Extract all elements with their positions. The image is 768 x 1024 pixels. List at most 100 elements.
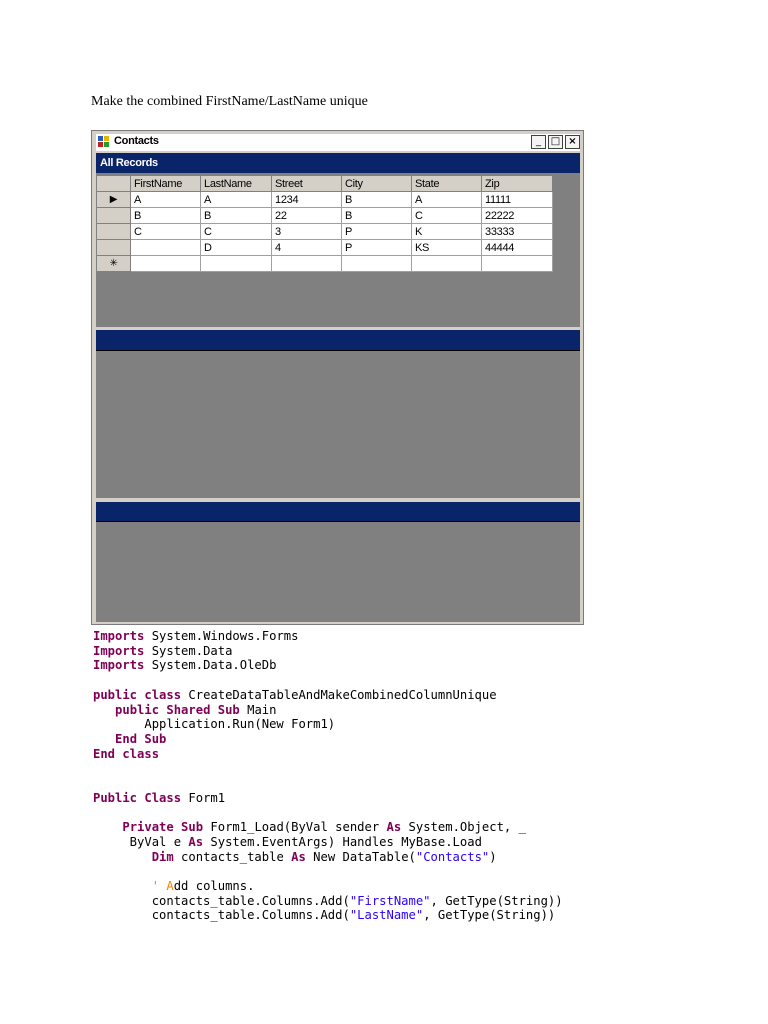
code-text: Form1 — [181, 790, 226, 805]
cell-street[interactable]: 4 — [271, 239, 342, 256]
title-bar[interactable]: Contacts _ □ × — [96, 134, 580, 151]
cell-city[interactable]: P — [341, 223, 412, 240]
row-header[interactable] — [96, 207, 131, 224]
code-text: System.Data — [144, 643, 233, 658]
code-line: End Sub — [93, 732, 166, 746]
cell-state[interactable]: KS — [411, 239, 482, 256]
code-keyword: End Sub — [115, 731, 167, 746]
column-header-state[interactable]: State — [411, 175, 482, 192]
code-line: Application.Run(New Form1) — [93, 717, 335, 731]
code-text: System.Data.OleDb — [144, 658, 277, 673]
app-icon[interactable] — [98, 136, 110, 148]
code-string: "FirstName" — [349, 893, 431, 908]
cell-street[interactable]: 22 — [271, 207, 342, 224]
document-heading: Make the combined FirstName/LastName uni… — [91, 94, 368, 109]
code-text: Form1_Load(ByVal sender — [203, 820, 387, 835]
code-text: contacts_table.Columns.Add( — [93, 908, 350, 923]
code-text: CreateDataTableAndMakeCombinedColumnUniq… — [181, 687, 497, 702]
cell-city[interactable]: P — [341, 239, 412, 256]
code-line: public class CreateDataTableAndMakeCombi… — [93, 688, 497, 702]
code-keyword: End class — [93, 746, 160, 761]
code-keyword: As — [291, 849, 306, 864]
code-line: contacts_table.Columns.Add("FirstName", … — [93, 894, 563, 908]
pane-header-bottom — [96, 502, 580, 522]
window-title: Contacts — [114, 135, 159, 147]
cell-city[interactable]: B — [341, 191, 412, 208]
row-header[interactable]: ✳ — [96, 255, 131, 272]
code-keyword: public class — [93, 687, 182, 702]
cell-firstname[interactable] — [130, 239, 201, 256]
column-header-firstname[interactable]: FirstName — [130, 175, 201, 192]
pane-header-all-records: All Records — [96, 153, 580, 173]
cell-city[interactable]: B — [341, 207, 412, 224]
cell-city[interactable] — [341, 255, 412, 272]
cell-street[interactable] — [271, 255, 342, 272]
maximize-button[interactable]: □ — [548, 135, 563, 149]
cell-firstname[interactable] — [130, 255, 201, 272]
table-row[interactable]: ✳ — [96, 255, 553, 272]
code-line: Dim contacts_table As New DataTable("Con… — [93, 850, 497, 864]
cell-zip[interactable] — [481, 255, 553, 272]
code-text: System.Object, _ — [401, 820, 526, 835]
all-records-pane: All Records FirstName LastName Street Ci… — [96, 153, 580, 327]
code-comment: ' A — [151, 878, 174, 893]
cell-lastname[interactable]: B — [200, 207, 272, 224]
grid-header-row: FirstName LastName Street City State Zip — [96, 175, 553, 192]
contacts-grid[interactable]: FirstName LastName Street City State Zip… — [96, 175, 553, 272]
cell-lastname[interactable] — [200, 255, 272, 272]
column-header-street[interactable]: Street — [271, 175, 342, 192]
cell-lastname[interactable]: C — [200, 223, 272, 240]
cell-lastname[interactable]: A — [200, 191, 272, 208]
column-header-lastname[interactable]: LastName — [200, 175, 272, 192]
table-row[interactable]: ▶ A A 1234 B A 11111 — [96, 191, 553, 208]
cell-street[interactable]: 1234 — [271, 191, 342, 208]
cell-state[interactable]: K — [411, 223, 482, 240]
column-header-city[interactable]: City — [341, 175, 412, 192]
cell-zip[interactable]: 33333 — [481, 223, 553, 240]
code-line: Imports System.Windows.Forms — [93, 629, 298, 643]
cell-state[interactable]: A — [411, 191, 482, 208]
code-text: System.EventArgs) Handles MyBase.Load — [203, 834, 482, 849]
code-listing: Imports System.Windows.Forms Imports Sys… — [93, 629, 563, 923]
code-text: dd columns. — [173, 878, 255, 893]
code-line: ' Add columns. — [93, 878, 255, 893]
code-keyword: Dim — [151, 849, 174, 864]
close-button[interactable]: × — [565, 135, 580, 149]
cell-zip[interactable]: 11111 — [481, 191, 553, 208]
code-line: Public Class Form1 — [93, 791, 225, 805]
code-line: contacts_table.Columns.Add("LastName", G… — [93, 908, 556, 923]
table-row[interactable]: B B 22 B C 22222 — [96, 207, 553, 224]
code-keyword: Imports — [93, 629, 145, 643]
column-header-zip[interactable]: Zip — [481, 175, 553, 192]
pane-header-middle — [96, 330, 580, 351]
cell-street[interactable]: 3 — [271, 223, 342, 240]
cell-state[interactable]: C — [411, 207, 482, 224]
code-text: Main — [239, 702, 277, 717]
row-header[interactable]: ▶ — [96, 191, 131, 208]
cell-firstname[interactable]: C — [130, 223, 201, 240]
row-header[interactable] — [96, 239, 131, 256]
table-row[interactable]: D 4 P KS 44444 — [96, 239, 553, 256]
code-text: System.Windows.Forms — [144, 629, 299, 643]
cell-firstname[interactable]: B — [130, 207, 201, 224]
cell-firstname[interactable]: A — [130, 191, 201, 208]
code-text: ) — [489, 849, 497, 864]
bottom-pane — [96, 502, 580, 622]
code-string: "Contacts" — [415, 849, 490, 864]
row-header[interactable] — [96, 223, 131, 240]
code-line: ByVal e As System.EventArgs) Handles MyB… — [93, 835, 482, 849]
code-keyword: Private Sub — [122, 820, 204, 835]
cell-zip[interactable]: 22222 — [481, 207, 553, 224]
code-keyword: Imports — [93, 643, 145, 658]
code-keyword: public Shared Sub — [115, 702, 240, 717]
code-line: Imports System.Data.OleDb — [93, 658, 276, 672]
cell-state[interactable] — [411, 255, 482, 272]
cell-lastname[interactable]: D — [200, 239, 272, 256]
table-row[interactable]: C C 3 P K 33333 — [96, 223, 553, 240]
cell-zip[interactable]: 44444 — [481, 239, 553, 256]
minimize-button[interactable]: _ — [531, 135, 546, 149]
